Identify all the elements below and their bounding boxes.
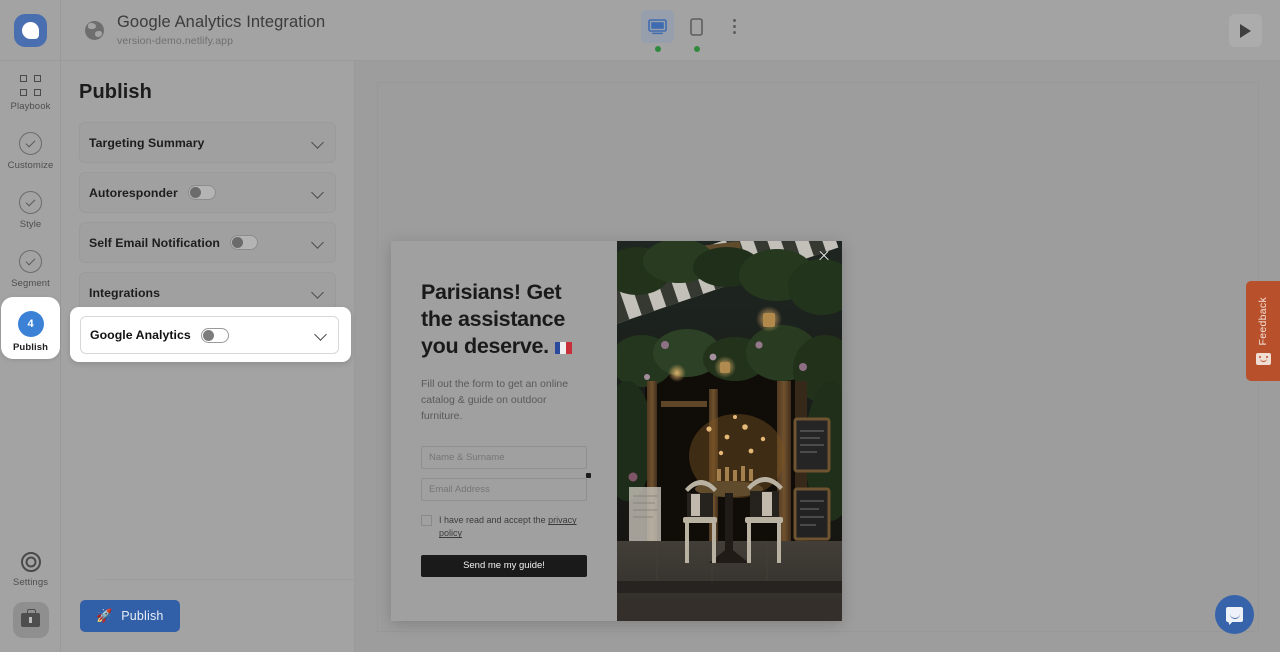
modal-headline-text: Parisians! Get the assistance you deserv… [421,280,565,358]
name-field-placeholder: Name & Surname [429,452,505,464]
sidebar-item-label: Playbook [10,101,51,112]
feedback-label: Feedback [1257,297,1269,346]
panel-title: Publish [79,81,152,103]
panel-divider [97,579,355,580]
consent-text: I have read and accept the [439,515,549,526]
step-badge: 4 [17,311,44,337]
device-preview-switcher [641,10,747,52]
consent-row[interactable]: I have read and accept the privacy polic… [421,514,587,540]
accordion-label: Google Analytics [90,328,191,342]
sidebar-item-label: Settings [12,577,49,588]
desktop-monitor-icon [648,18,667,34]
site-url: version-demo.netlify.app [117,34,234,47]
modal-content-side: Parisians! Get the assistance you deserv… [391,241,617,621]
publish-button[interactable]: 🚀 Publish [80,600,180,632]
smiley-face-icon [1255,352,1271,365]
chevron-down-icon[interactable] [316,330,326,340]
sidebar-item-publish[interactable]: 4 Publish [1,297,60,359]
chat-bubble-logo-icon [13,13,47,47]
submit-button[interactable]: Send me my guide! [421,554,587,577]
more-options-icon[interactable] [721,10,747,43]
sidebar-item-style[interactable]: Style [0,177,61,236]
close-icon[interactable] [818,250,830,262]
chevron-down-icon[interactable] [313,288,323,298]
page-title: Google Analytics Integration [117,13,326,32]
modal-headline: Parisians! Get the assistance you deserv… [421,279,587,360]
sidebar-item-label: Style [19,219,42,230]
sidebar-item-label: Customize [7,160,54,171]
site-info: Google Analytics Integration version-dem… [117,13,325,47]
sidebar-item-label: Segment [11,278,50,289]
chevron-down-icon[interactable] [313,138,323,148]
accordion-label: Integrations [89,285,160,300]
google-analytics-toggle[interactable] [200,327,229,343]
parisian-cafe-storefront-photo [617,241,842,621]
chat-bubble-icon [1226,607,1243,622]
sidebar-item-segment[interactable]: Segment [0,236,61,295]
chevron-down-icon[interactable] [313,188,323,198]
check-circle-icon [19,250,42,273]
accordion-label: Self Email Notification [89,235,220,250]
publish-button-label: Publish [121,609,164,623]
play-icon[interactable] [1229,14,1262,47]
sidebar-item-label: Publish [12,342,48,353]
gear-icon [20,552,41,572]
email-field-placeholder: Email Address [429,484,490,496]
email-field[interactable]: Email Address [421,473,591,502]
mobile-phone-icon [690,17,703,36]
sidebar-item-customize[interactable]: Customize [0,118,61,177]
toolbox-button[interactable] [12,602,49,638]
france-flag-icon [554,341,572,354]
chat-widget-button[interactable] [1215,595,1254,634]
chevron-down-icon[interactable] [313,238,323,248]
publish-settings-panel: Publish Targeting Summary Autoresponder … [61,61,355,652]
accordion-autoresponder[interactable]: Autoresponder [79,172,336,213]
name-field[interactable]: Name & Surname [421,446,587,470]
sidebar-item-playbook[interactable]: Playbook [0,61,61,118]
grid-icon [20,75,41,96]
modal-subtext: Fill out the form to get an online catal… [421,377,569,423]
accordion-label: Autoresponder [89,185,178,200]
sidebar-item-settings[interactable]: Settings [0,538,61,594]
desktop-preview-button[interactable] [641,10,674,52]
check-circle-icon [19,132,42,155]
accordion-self-email-notification[interactable]: Self Email Notification [79,222,336,263]
rocket-icon: 🚀 [96,608,113,623]
self-email-notification-toggle[interactable] [229,235,258,250]
accordion-label: Targeting Summary [89,135,205,150]
toolbox-icon [21,609,40,627]
top-header: Google Analytics Integration version-dem… [0,0,1280,61]
accordion-targeting-summary[interactable]: Targeting Summary [79,122,336,163]
desktop-status-dot [654,46,661,52]
left-nav-rail: Playbook Customize Style Segment 4 Publi… [0,61,61,652]
modal-image-side [617,241,842,621]
mobile-status-dot [693,46,700,52]
consent-checkbox[interactable] [421,515,432,527]
globe-icon [85,20,104,40]
submit-button-label: Send me my guide! [463,560,545,572]
feedback-tab[interactable]: Feedback [1246,281,1280,381]
consent-label: I have read and accept the privacy polic… [439,514,587,540]
popup-preview-modal: Parisians! Get the assistance you deserv… [391,241,842,621]
accordion-list: Targeting Summary Autoresponder Self Ema… [61,122,354,313]
app-logo[interactable] [0,0,61,61]
check-circle-icon [19,191,42,214]
mobile-preview-button[interactable] [680,10,713,52]
autoresponder-toggle[interactable] [187,185,216,200]
required-marker-icon [586,473,591,479]
accordion-google-analytics[interactable]: Google Analytics [80,316,339,354]
